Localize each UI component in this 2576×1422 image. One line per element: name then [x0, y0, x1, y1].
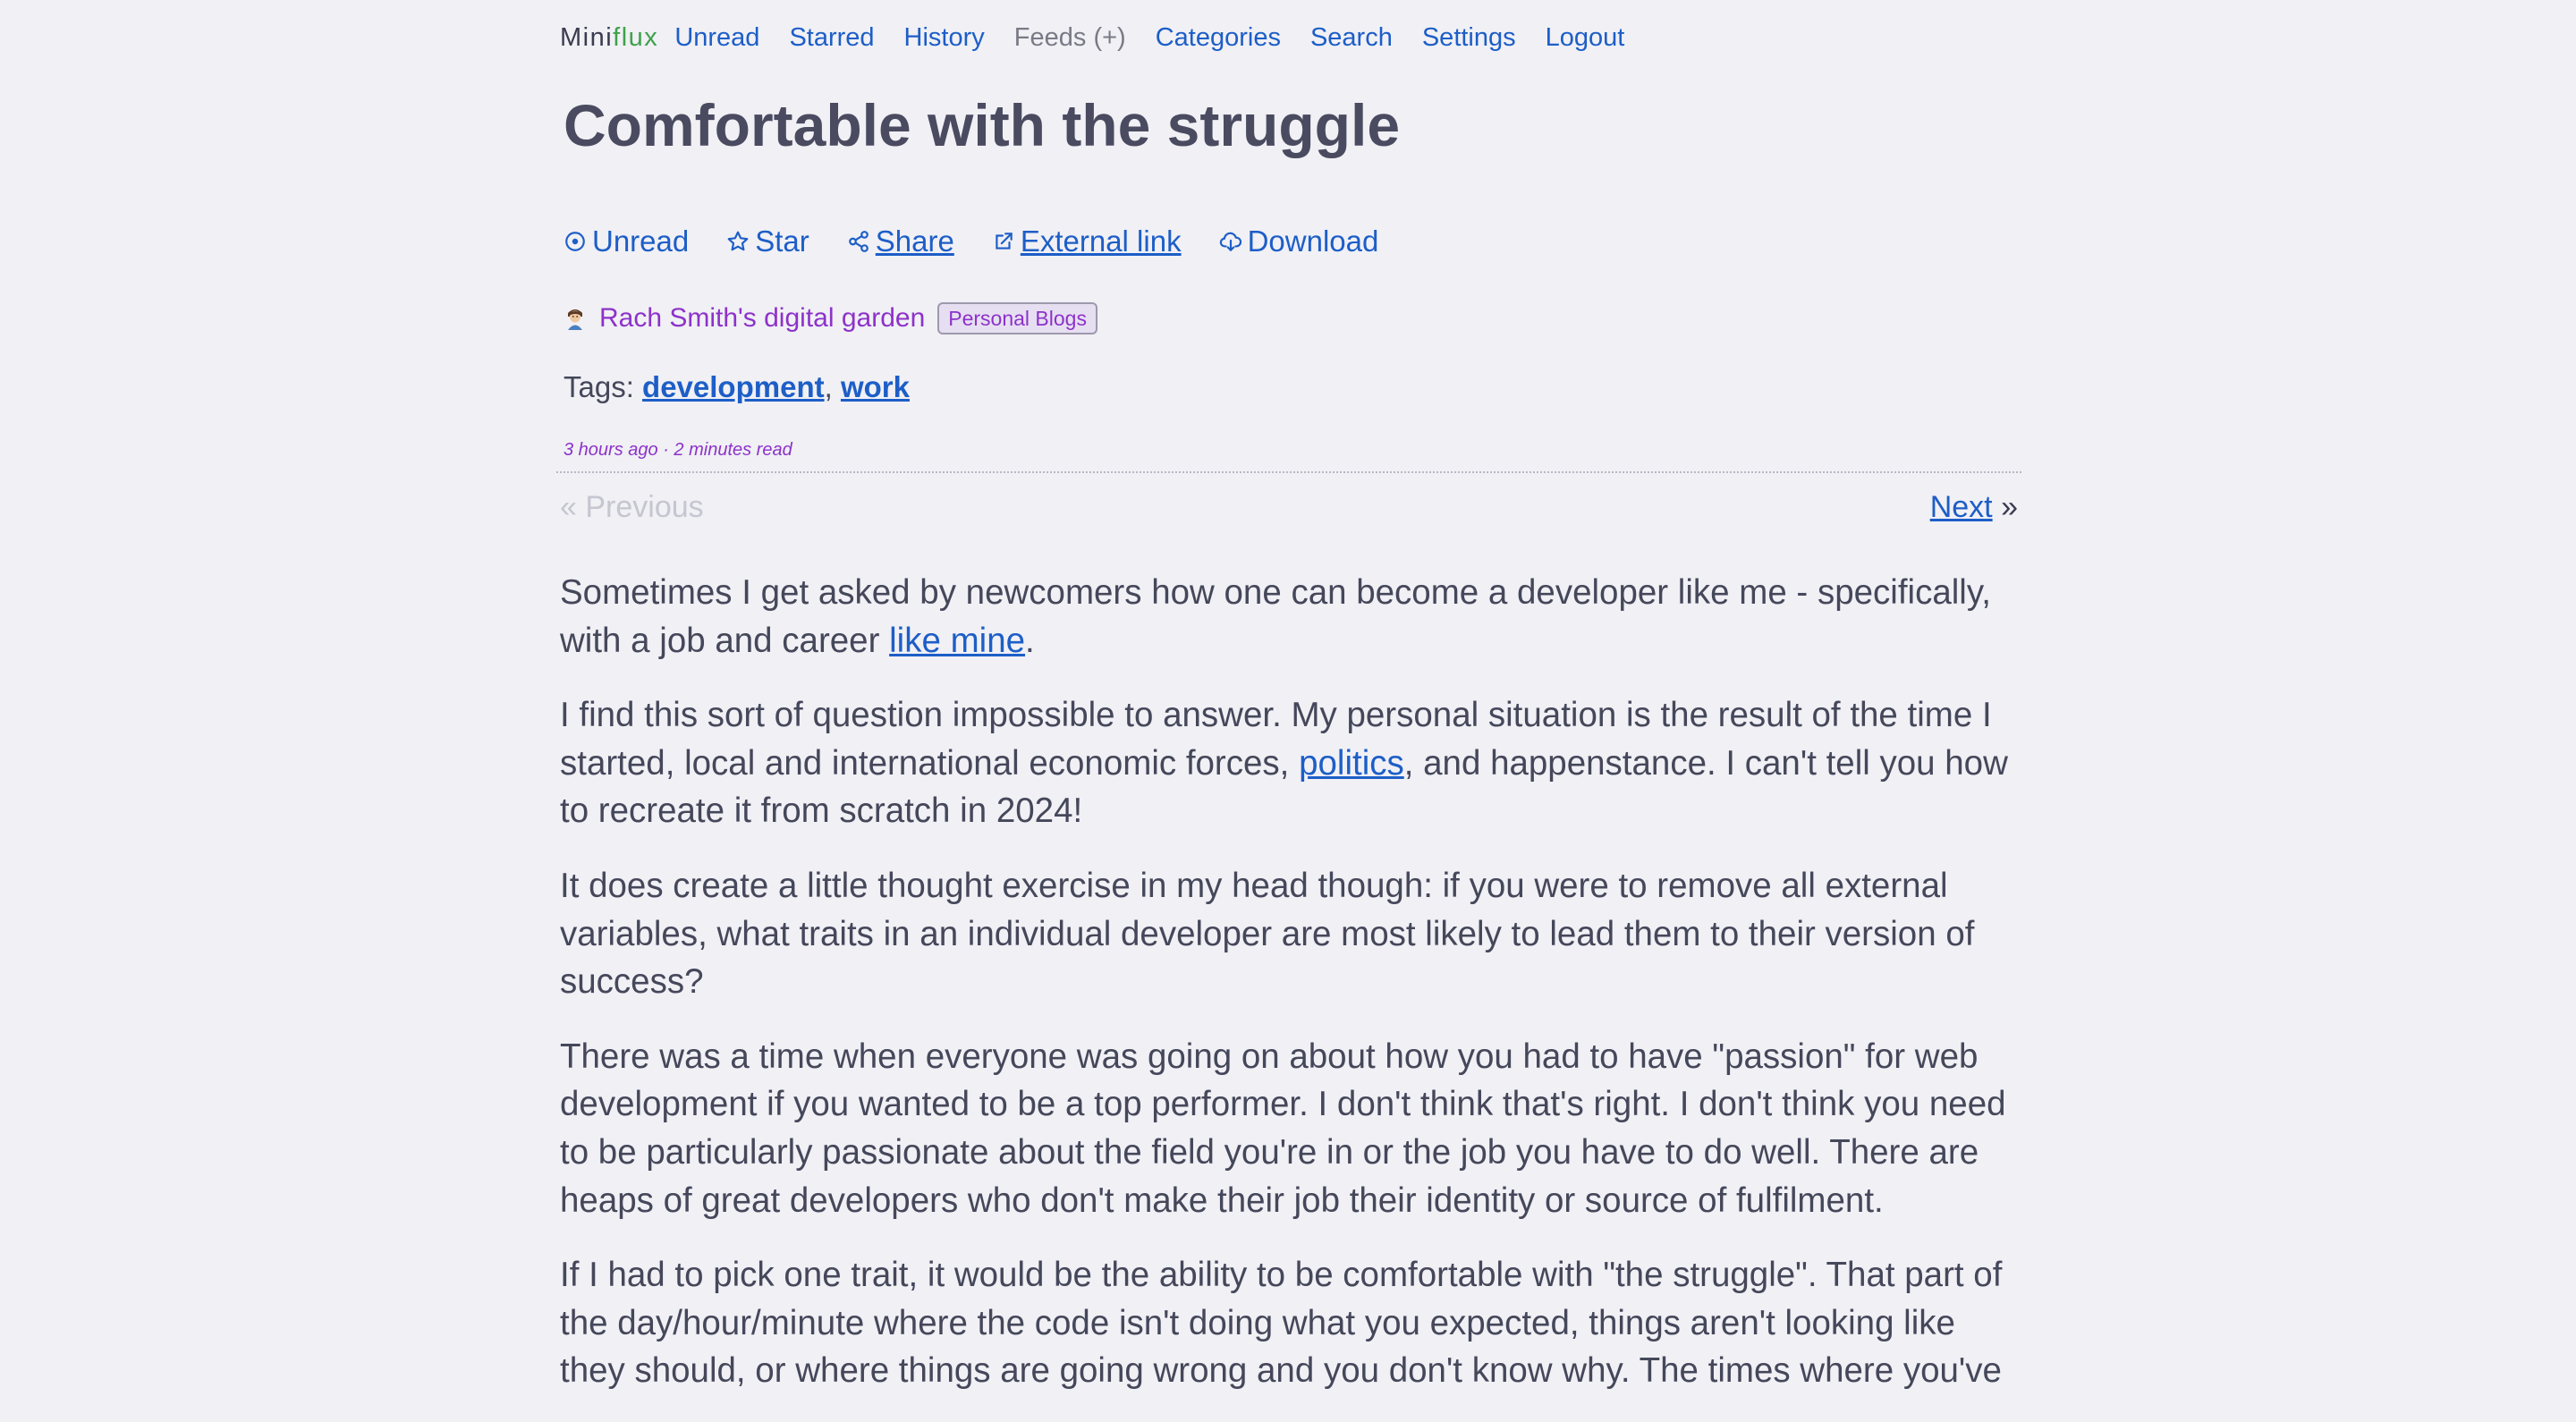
paragraph-3: It does create a little thought exercise…: [560, 866, 1975, 1002]
p1-text-after: .: [1025, 621, 1035, 660]
download-label: Download: [1247, 224, 1379, 258]
download-button[interactable]: Download: [1219, 222, 1379, 261]
unread-circle-icon: [564, 230, 587, 253]
logo-mini: Mini: [560, 23, 614, 52]
category-badge[interactable]: Personal Blogs: [937, 302, 1097, 334]
nav-logout[interactable]: Logout: [1546, 20, 1625, 55]
main-nav: Mini flux Unread Starred History Feeds (+…: [560, 20, 1654, 55]
divider: [556, 471, 2021, 473]
entry-actions: Unread Star Share External link Download: [564, 222, 1416, 261]
tag-development[interactable]: development: [642, 370, 825, 403]
logo[interactable]: Mini flux: [560, 20, 658, 55]
feed-info: Rach Smith's digital garden Personal Blo…: [565, 300, 1097, 336]
nav-settings[interactable]: Settings: [1422, 20, 1516, 55]
nav-history[interactable]: History: [904, 20, 985, 55]
external-link-label: External link: [1020, 224, 1182, 258]
entry-content: Sometimes I get asked by newcomers how o…: [560, 569, 2021, 1422]
external-link-icon: [992, 230, 1015, 253]
nav-unread[interactable]: Unread: [674, 20, 759, 55]
tags-label: Tags:: [564, 370, 634, 403]
star-icon: [726, 230, 750, 253]
paragraph-2: I find this sort of question impossible …: [560, 691, 2021, 835]
nav-starred[interactable]: Starred: [789, 20, 874, 55]
feed-link[interactable]: Rach Smith's digital garden: [599, 300, 925, 336]
cloud-download-icon: [1219, 230, 1242, 253]
link-politics[interactable]: politics: [1299, 744, 1404, 783]
share-icon: [847, 230, 870, 253]
star-button[interactable]: Star: [726, 222, 809, 261]
next-arrow: »: [2001, 490, 2018, 524]
nav-feeds[interactable]: Feeds (+): [1014, 20, 1126, 55]
mark-unread-label: Unread: [592, 224, 690, 258]
share-button[interactable]: Share: [847, 222, 954, 261]
next-wrap: Next »: [1930, 487, 2018, 527]
star-label: Star: [755, 224, 809, 258]
paragraph-5: If I had to pick one trait, it would be …: [560, 1256, 2003, 1391]
entry-tags: Tags: development, work: [564, 368, 910, 407]
nav-categories[interactable]: Categories: [1156, 20, 1281, 55]
paragraph-1: Sometimes I get asked by newcomers how o…: [560, 569, 2021, 664]
tag-work[interactable]: work: [841, 370, 910, 403]
external-link-button[interactable]: External link: [992, 222, 1182, 261]
share-label: Share: [875, 224, 954, 258]
p1-text-before: Sometimes I get asked by newcomers how o…: [560, 573, 1991, 660]
paragraph-4: There was a time when everyone was going…: [560, 1037, 2006, 1220]
previous-link: « Previous: [560, 490, 704, 524]
next-link[interactable]: Next: [1930, 490, 1993, 524]
avatar-favicon: [565, 307, 585, 330]
tag-separator: ,: [824, 370, 833, 403]
mark-unread-button[interactable]: Unread: [564, 222, 689, 261]
entry-title: Comfortable with the struggle: [564, 92, 1401, 158]
link-like-mine[interactable]: like mine: [889, 622, 1025, 660]
logo-flux: flux: [613, 23, 659, 52]
nav-search[interactable]: Search: [1310, 20, 1393, 55]
entry-meta: 3 hours ago · 2 minutes read: [564, 440, 792, 460]
